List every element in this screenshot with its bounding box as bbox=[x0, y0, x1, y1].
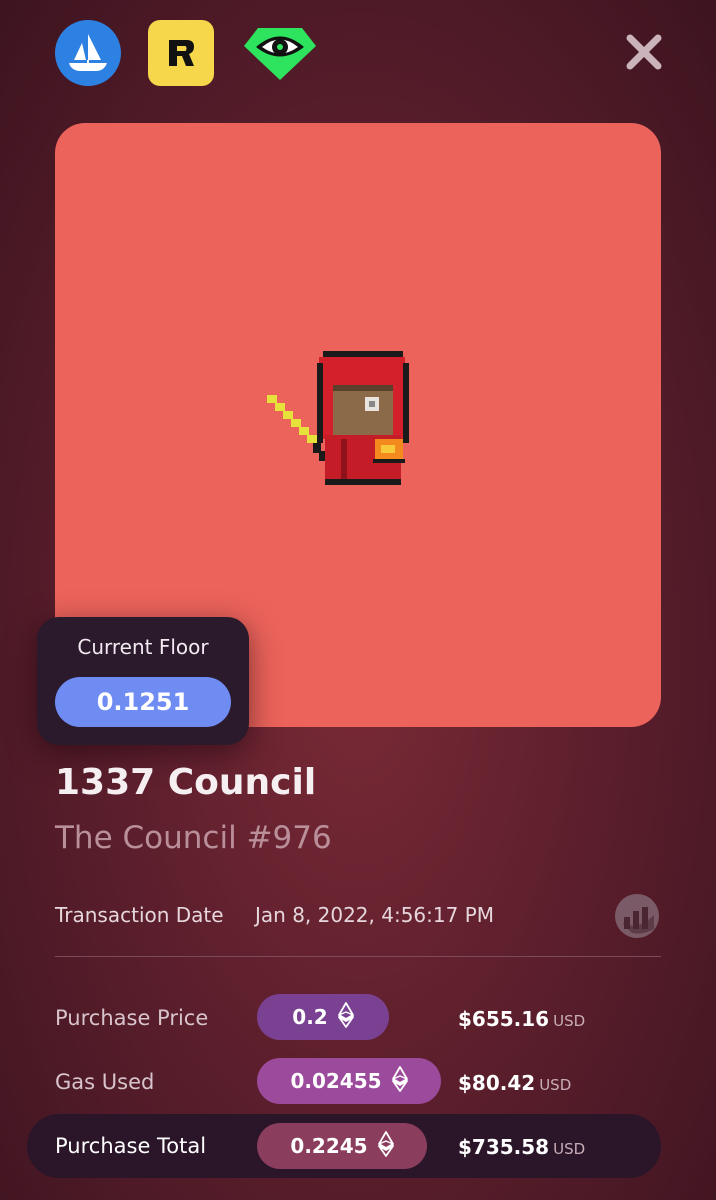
ethereum-icon bbox=[337, 1001, 354, 1033]
rarible-icon[interactable] bbox=[148, 20, 214, 86]
usd-unit: USD bbox=[553, 1012, 586, 1030]
usd-unit: USD bbox=[553, 1140, 586, 1158]
nft-name: The Council #976 bbox=[55, 820, 332, 856]
chart-icon[interactable] bbox=[614, 893, 660, 939]
purchase-total-label: Purchase Total bbox=[55, 1134, 207, 1158]
gas-used-label: Gas Used bbox=[55, 1070, 155, 1094]
close-icon[interactable] bbox=[622, 30, 666, 74]
current-floor-card: Current Floor 0.1251 bbox=[37, 617, 249, 745]
purchase-total-usd-value: $735.58 bbox=[458, 1135, 550, 1159]
purchase-total-usd: $735.58 USD bbox=[458, 1135, 585, 1159]
purchase-total-eth-pill: 0.2245 bbox=[257, 1123, 427, 1169]
current-floor-label: Current Floor bbox=[77, 635, 209, 659]
purchase-price-eth-pill: 0.2 bbox=[257, 994, 389, 1040]
transaction-date-value: Jan 8, 2022, 4:56:17 PM bbox=[255, 903, 495, 927]
ethereum-icon bbox=[391, 1065, 408, 1097]
gas-used-usd-value: $80.42 bbox=[458, 1071, 536, 1095]
transaction-date-label: Transaction Date bbox=[55, 903, 224, 927]
purchase-price-usd-value: $655.16 bbox=[458, 1007, 550, 1031]
opensea-icon[interactable] bbox=[55, 20, 121, 86]
gas-used-eth-pill: 0.02455 bbox=[257, 1058, 441, 1104]
gas-used-usd: $80.42 USD bbox=[458, 1071, 571, 1095]
current-floor-value: 0.1251 bbox=[55, 677, 231, 727]
looksrare-icon[interactable] bbox=[242, 20, 316, 86]
purchase-price-eth-value: 0.2 bbox=[292, 1005, 328, 1029]
gas-used-eth-value: 0.02455 bbox=[290, 1069, 382, 1093]
purchase-price-label: Purchase Price bbox=[55, 1006, 209, 1030]
collection-title: 1337 Council bbox=[55, 762, 317, 803]
purchase-price-usd: $655.16 USD bbox=[458, 1007, 585, 1031]
ethereum-icon bbox=[377, 1130, 394, 1162]
purchase-total-eth-value: 0.2245 bbox=[290, 1134, 368, 1158]
divider bbox=[55, 956, 661, 957]
usd-unit: USD bbox=[539, 1076, 572, 1094]
